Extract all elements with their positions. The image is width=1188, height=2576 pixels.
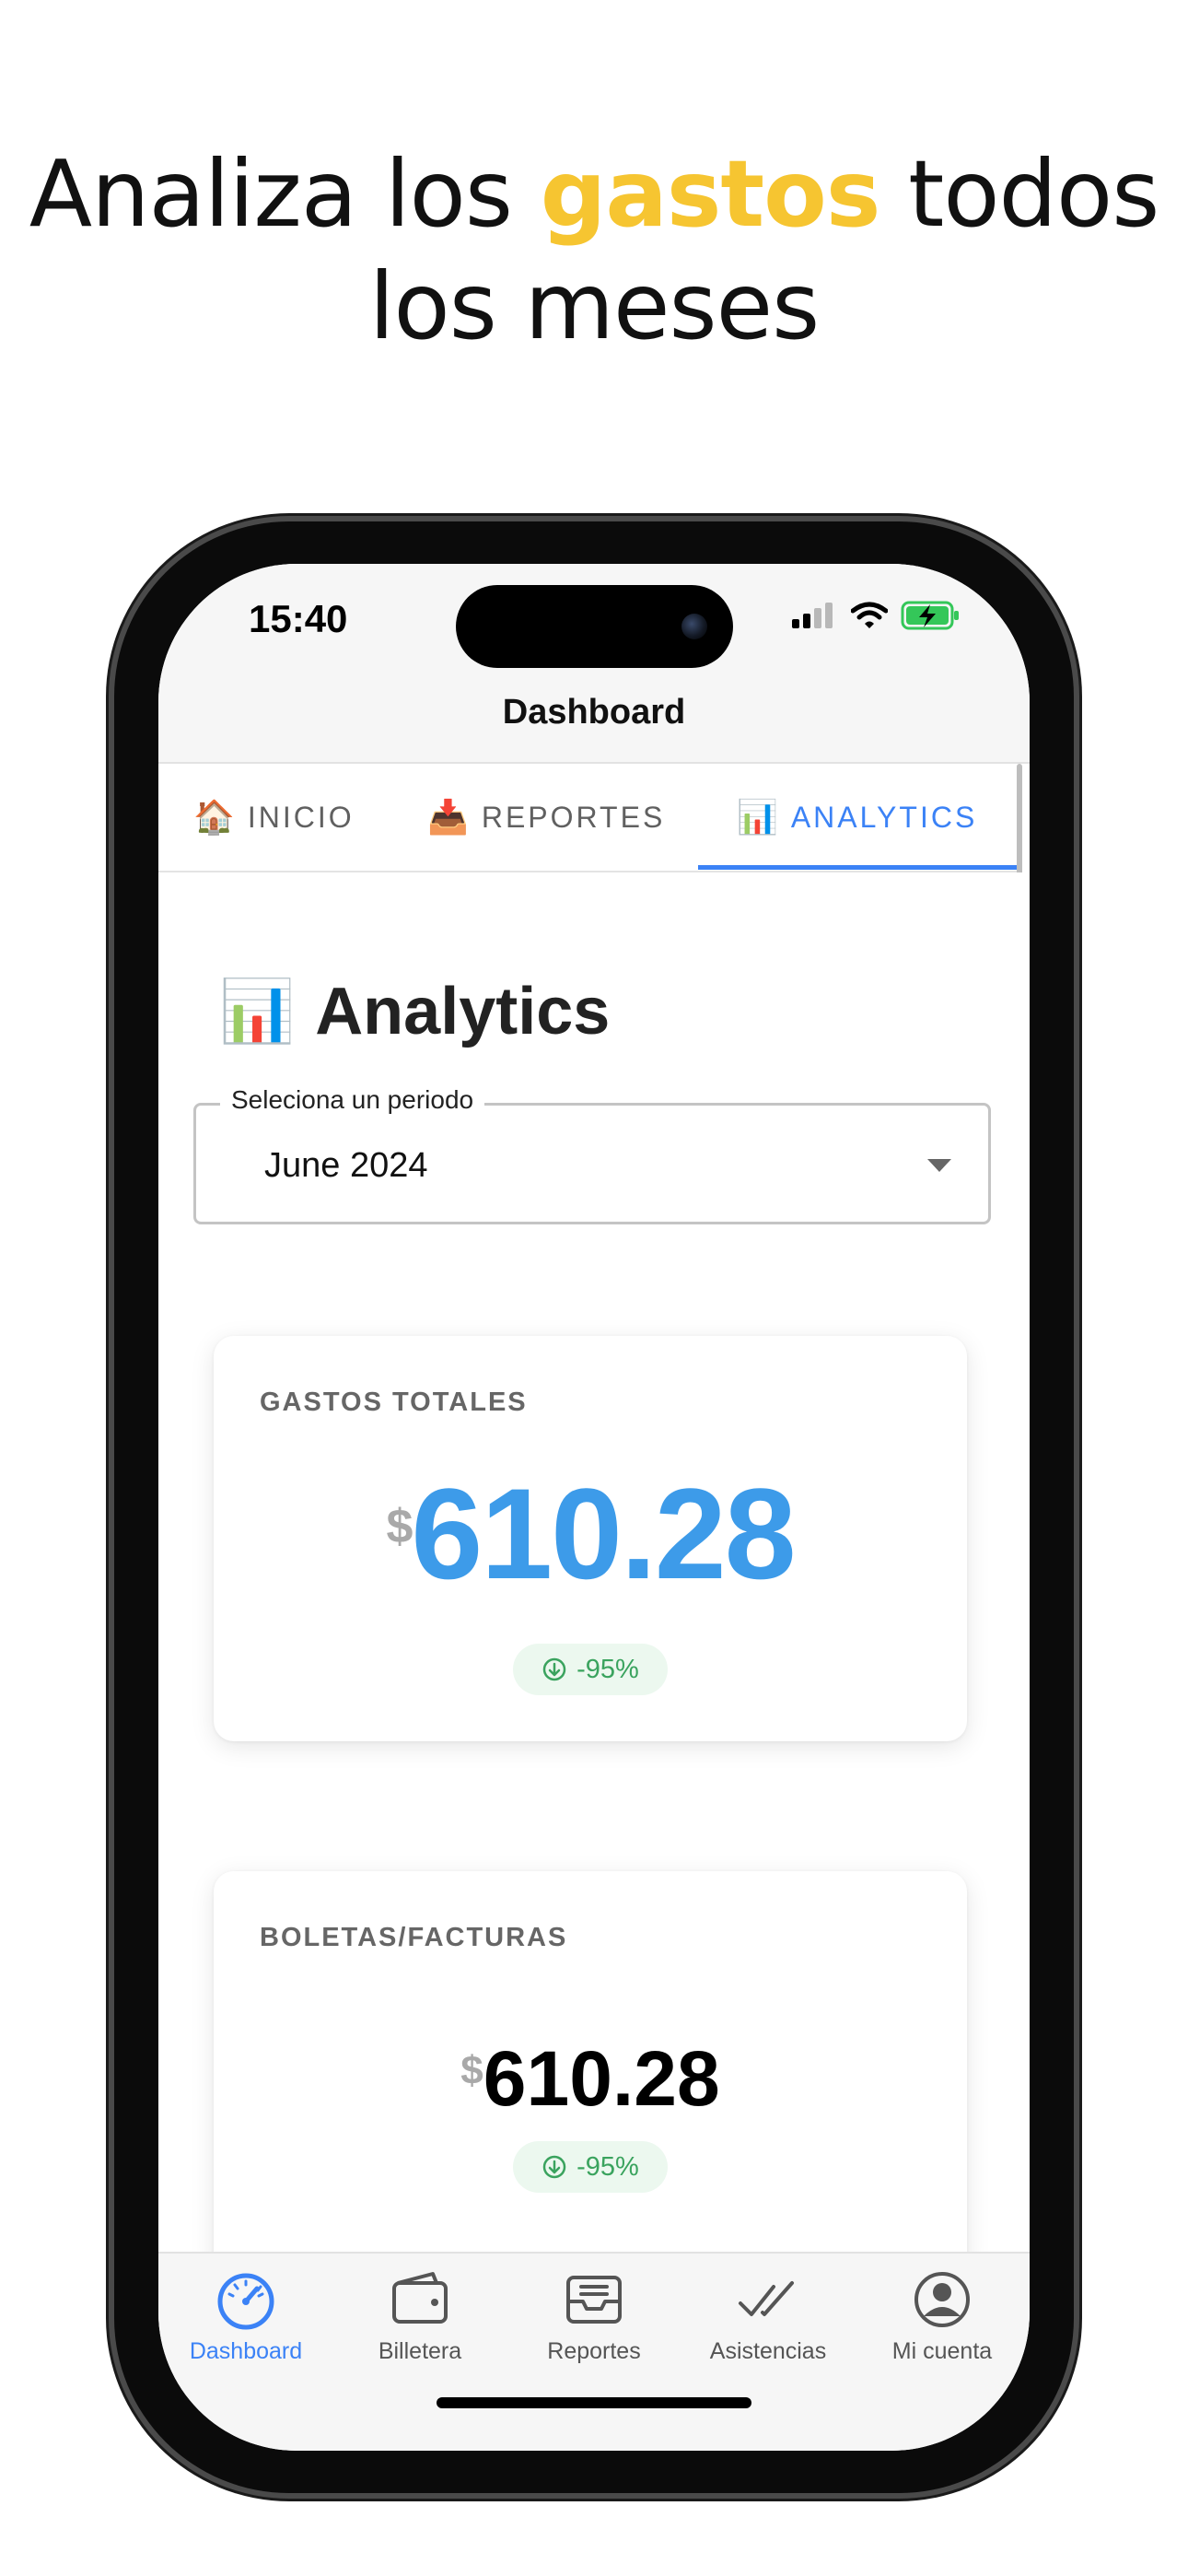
headline-text-b: todos: [879, 140, 1159, 248]
page-title-text: Analytics: [315, 975, 611, 1048]
headline-line-2: los meses: [368, 252, 821, 360]
bottom-nav-mi-cuenta[interactable]: Mi cuenta: [855, 2266, 1030, 2365]
wallet-icon: [392, 2272, 448, 2324]
total-amount: $610.28: [214, 1465, 967, 1603]
total-amount-value: 610.28: [411, 1461, 796, 1606]
boletas-amount: $610.28: [214, 2035, 967, 2122]
card-boletas-facturas: BOLETAS/FACTURAS $610.28 -95%: [214, 1871, 967, 2277]
bottom-nav-label: Mi cuenta: [891, 2338, 993, 2364]
phone-power-button: [1074, 1142, 1081, 1382]
headline-text-a: Analiza los: [29, 140, 541, 248]
bottom-nav: Dashboard Billetera Reportes Asistencias…: [158, 2252, 1030, 2451]
phone-screen: 15:40 Dashboard 🏠 INICIO 📥 REPORTES 📊 AN…: [158, 564, 1030, 2451]
bottom-nav-label: Billetera: [378, 2338, 462, 2364]
analytics-content: 📊 Analytics Seleciona un periodo June 20…: [158, 872, 1030, 2277]
house-icon: 🏠: [193, 798, 235, 836]
cellular-signal-icon: [792, 603, 833, 628]
status-time: 15:40: [249, 597, 348, 640]
bottom-nav-label: Dashboard: [189, 2338, 303, 2364]
bottom-nav-label: Asistencias: [709, 2338, 827, 2364]
double-check-icon: [739, 2281, 794, 2316]
tab-analytics-label: ANALYTICS: [790, 800, 978, 834]
page-title: 📊 Analytics: [219, 974, 610, 1049]
phone-volume-up-button: [107, 1045, 114, 1192]
bottom-nav-label: Reportes: [547, 2338, 641, 2364]
phone-frame: 15:40 Dashboard 🏠 INICIO 📥 REPORTES 📊 AN…: [114, 521, 1074, 2493]
arrow-down-circle-icon: [542, 2155, 566, 2179]
change-value: -95%: [577, 1654, 639, 1684]
tab-inicio-label: INICIO: [247, 800, 355, 834]
tab-analytics[interactable]: 📊 ANALYTICS: [737, 764, 977, 871]
bar-chart-icon: 📊: [737, 798, 778, 836]
marketing-headline: Analiza los gastos todos los meses: [0, 138, 1188, 363]
bar-chart-icon: 📊: [219, 977, 296, 1045]
phone-action-button: [107, 901, 114, 977]
caret-down-icon: [927, 1159, 951, 1172]
bottom-nav-asistencias[interactable]: Asistencias: [681, 2266, 856, 2365]
change-badge: -95%: [513, 2141, 668, 2193]
headline-highlight: gastos: [540, 140, 881, 248]
change-value: -95%: [577, 2151, 639, 2182]
card-label: BOLETAS/FACTURAS: [260, 1923, 568, 1952]
period-select-value: June 2024: [264, 1146, 428, 1185]
wifi-icon: [851, 602, 888, 628]
front-camera: [681, 614, 707, 639]
currency-symbol: $: [460, 2048, 483, 2093]
currency-symbol: $: [386, 1500, 413, 1553]
inbox-tray-icon: 📥: [427, 798, 469, 836]
tab-inicio[interactable]: 🏠 INICIO: [193, 764, 355, 871]
period-select[interactable]: Seleciona un periodo June 2024: [193, 1085, 991, 1224]
status-icons: [792, 601, 961, 630]
nav-title: Dashboard: [502, 693, 686, 732]
dynamic-island: [456, 585, 733, 668]
arrow-down-circle-icon: [542, 1657, 566, 1681]
tab-bar: 🏠 INICIO 📥 REPORTES 📊 ANALYTICS: [158, 764, 1020, 872]
tab-reportes-label: REPORTES: [481, 800, 666, 834]
inbox-tray-icon: [566, 2276, 622, 2324]
tab-reportes[interactable]: 📥 REPORTES: [427, 764, 665, 871]
account-circle-icon: [914, 2272, 970, 2327]
card-label: GASTOS TOTALES: [260, 1388, 528, 1417]
boletas-amount-value: 610.28: [483, 2035, 720, 2122]
battery-charging-icon: [901, 601, 959, 630]
card-gastos-totales: GASTOS TOTALES $610.28 -95%: [214, 1336, 967, 1741]
period-select-label: Seleciona un periodo: [220, 1085, 485, 1115]
headline-line-1: Analiza los gastos todos: [0, 138, 1188, 251]
home-indicator[interactable]: [437, 2397, 751, 2408]
active-tab-indicator: [698, 865, 1020, 870]
change-badge: -95%: [513, 1644, 668, 1695]
speedometer-icon: [217, 2273, 274, 2330]
bottom-nav-reportes[interactable]: Reportes: [507, 2266, 681, 2365]
phone-volume-down-button: [107, 1235, 114, 1382]
bottom-nav-billetera[interactable]: Billetera: [332, 2266, 507, 2365]
bottom-nav-dashboard[interactable]: Dashboard: [158, 2266, 333, 2365]
